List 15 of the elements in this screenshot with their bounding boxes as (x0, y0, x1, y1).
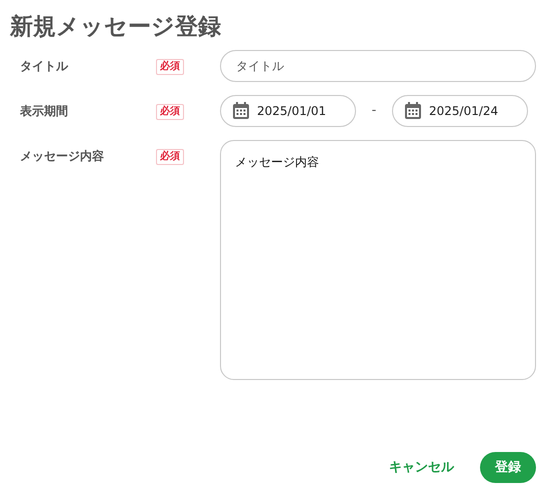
calendar-icon (233, 102, 249, 120)
range-separator: - (370, 102, 378, 120)
page-title: 新規メッセージ登録 (10, 14, 222, 42)
calendar-icon (405, 102, 421, 120)
required-badge: 必須 (156, 104, 184, 120)
date-field[interactable]: 2025/01/24 (392, 94, 528, 127)
date-field[interactable]: 2025/01/01 (220, 94, 356, 127)
cancel-button[interactable]: キャンセル (389, 458, 454, 477)
field-label: タイトル (19, 58, 70, 75)
message-textarea[interactable]: メッセージ内容 (220, 140, 536, 380)
title-input[interactable]: タイトル (220, 50, 536, 82)
required-badge: 必須 (156, 58, 184, 75)
field-label: メッセージ内容 (19, 148, 105, 165)
required-badge: 必須 (156, 148, 184, 165)
field-label: 表示期間 (19, 102, 69, 120)
